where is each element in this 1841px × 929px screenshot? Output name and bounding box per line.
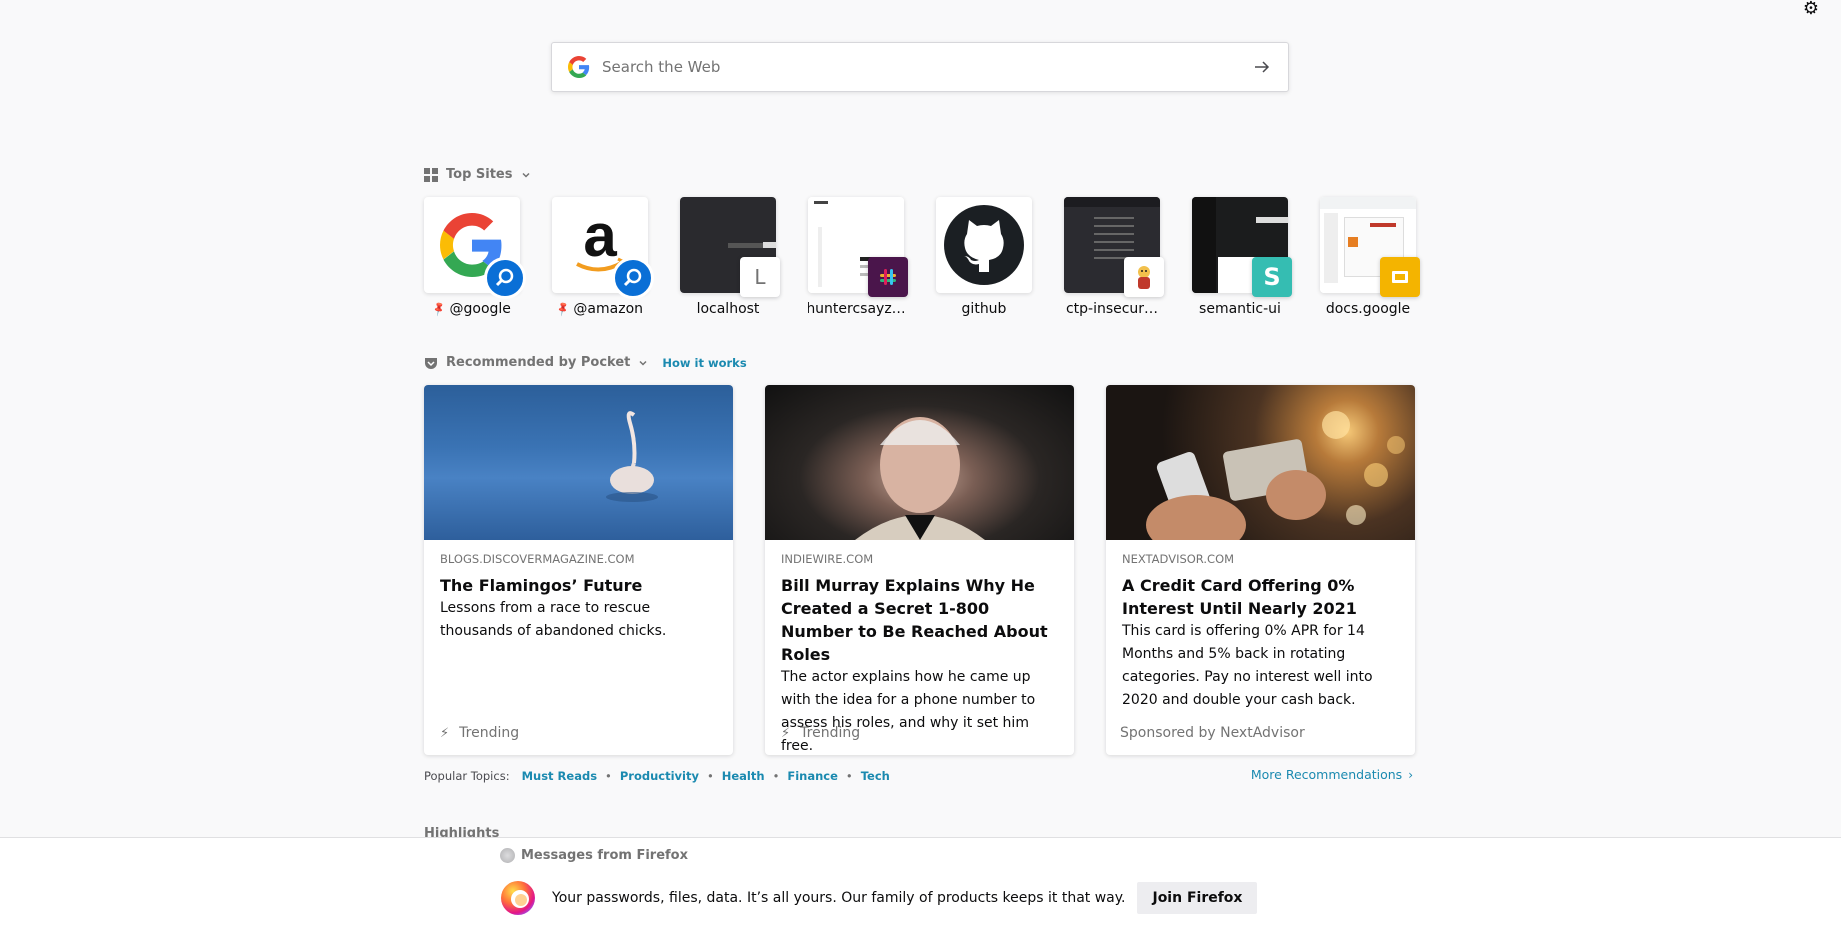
card-description: Lessons from a race to rescue thousands … bbox=[440, 600, 667, 639]
top-site-tile: a bbox=[552, 197, 654, 299]
top-site-tile bbox=[1064, 197, 1164, 297]
grid-icon bbox=[424, 167, 438, 182]
how-it-works-link[interactable]: How it works bbox=[662, 356, 746, 370]
search-submit-button[interactable] bbox=[1242, 47, 1282, 87]
card-title: A Credit Card Offering 0% Interest Until… bbox=[1122, 576, 1357, 618]
search-shortcut-icon bbox=[484, 257, 526, 299]
top-site-google[interactable]: 📌 @google bbox=[424, 197, 526, 317]
topic-link[interactable]: Health bbox=[722, 769, 765, 783]
messages-title: Messages from Firefox bbox=[521, 848, 688, 863]
more-recommendations-label: More Recommendations bbox=[1250, 767, 1403, 782]
card-description: This card is offering 0% APR for 14 Mont… bbox=[1122, 623, 1373, 708]
card-source: NEXTADVISOR.COM bbox=[1122, 552, 1235, 566]
card-image bbox=[1106, 385, 1415, 540]
top-site-label: semantic-ui bbox=[1199, 301, 1281, 317]
firefox-logo-icon bbox=[501, 881, 535, 915]
separator-dot: • bbox=[845, 769, 853, 783]
chevron-down-icon[interactable] bbox=[638, 358, 648, 368]
firefox-small-icon bbox=[500, 848, 515, 863]
top-site-label: @google bbox=[449, 301, 511, 317]
pocket-card[interactable]: INDIEWIRE.COM Bill Murray Explains Why H… bbox=[765, 385, 1074, 755]
card-image bbox=[424, 385, 733, 540]
top-site-label: docs.google bbox=[1325, 301, 1411, 317]
chevron-down-icon[interactable] bbox=[521, 170, 531, 180]
top-site-tile bbox=[1320, 197, 1420, 297]
top-site-ctp-insecure[interactable]: ctp-insecur… bbox=[1064, 197, 1164, 317]
trending-bolt-icon: ⚡ bbox=[781, 725, 791, 741]
card-title: The Flamingos’ Future bbox=[440, 576, 643, 595]
svg-text:a: a bbox=[583, 210, 617, 269]
card-title: Bill Murray Explains Why He Created a Se… bbox=[781, 576, 1048, 664]
chevron-right-icon: › bbox=[1408, 767, 1413, 782]
semantic-ui-icon: S bbox=[1252, 257, 1292, 297]
top-site-tile: S bbox=[1192, 197, 1292, 297]
topic-link[interactable]: Tech bbox=[861, 769, 890, 783]
top-sites-grid: 📌 @google a 📌 @amazon L localhost hunter… bbox=[424, 197, 1420, 317]
messages-header: Messages from Firefox bbox=[500, 848, 688, 863]
card-source: BLOGS.DISCOVERMAGAZINE.COM bbox=[440, 552, 635, 566]
top-site-huntercsayz[interactable]: huntercsayz… bbox=[808, 197, 908, 317]
top-site-tile bbox=[424, 197, 526, 299]
github-logo-icon bbox=[944, 205, 1024, 285]
firefox-message-bar: Messages from Firefox Your passwords, fi… bbox=[0, 837, 1841, 929]
pocket-title: Recommended by Pocket bbox=[446, 355, 631, 370]
pin-icon: 📌 bbox=[431, 301, 448, 317]
message-text: Your passwords, files, data. It’s all yo… bbox=[552, 890, 1126, 906]
popular-topics: Popular Topics: Must Reads • Productivit… bbox=[424, 769, 890, 783]
card-description: The actor explains how he came up with t… bbox=[781, 669, 1036, 754]
top-site-label: localhost bbox=[696, 301, 760, 317]
pocket-cards: BLOGS.DISCOVERMAGAZINE.COM The Flamingos… bbox=[424, 385, 1415, 755]
web-search-bar bbox=[551, 42, 1289, 92]
top-site-amazon[interactable]: a 📌 @amazon bbox=[552, 197, 654, 317]
join-firefox-button[interactable]: Join Firefox bbox=[1137, 882, 1258, 914]
popular-topics-label: Popular Topics: bbox=[424, 769, 510, 783]
settings-gear-icon[interactable]: ⚙ bbox=[1801, 0, 1821, 20]
google-icon bbox=[568, 56, 590, 78]
pocket-header[interactable]: Recommended by Pocket How it works bbox=[424, 355, 747, 370]
top-site-github[interactable]: github bbox=[936, 197, 1032, 317]
top-site-localhost[interactable]: L localhost bbox=[680, 197, 780, 317]
top-site-tile bbox=[808, 197, 908, 297]
top-site-semantic-ui[interactable]: S semantic-ui bbox=[1192, 197, 1292, 317]
slack-icon bbox=[868, 257, 908, 297]
card-context: ⚡ Trending bbox=[781, 725, 860, 741]
search-shortcut-icon bbox=[612, 257, 654, 299]
letter-fallback-icon: L bbox=[740, 257, 780, 297]
top-site-docs-google[interactable]: docs.google bbox=[1320, 197, 1420, 317]
pin-icon: 📌 bbox=[554, 301, 572, 317]
topic-link[interactable]: Productivity bbox=[620, 769, 699, 783]
card-context-label: Trending bbox=[459, 725, 520, 741]
separator-dot: • bbox=[772, 769, 780, 783]
card-context-label: Trending bbox=[800, 725, 861, 741]
topic-link[interactable]: Finance bbox=[787, 769, 838, 783]
topic-link[interactable]: Must Reads bbox=[522, 769, 597, 783]
separator-dot: • bbox=[605, 769, 612, 783]
top-site-label: huntercsayz… bbox=[808, 301, 904, 317]
pocket-card[interactable]: BLOGS.DISCOVERMAGAZINE.COM The Flamingos… bbox=[424, 385, 733, 755]
separator-dot: • bbox=[706, 769, 714, 783]
top-site-label: ctp-insecur… bbox=[1065, 301, 1159, 317]
card-image bbox=[765, 385, 1074, 540]
card-context: ⚡ Trending bbox=[440, 725, 519, 741]
pocket-icon bbox=[425, 357, 437, 369]
top-site-tile: L bbox=[680, 197, 780, 297]
sponsor-label: Sponsored by NextAdvisor bbox=[1120, 725, 1305, 741]
arrow-right-icon bbox=[1255, 61, 1270, 73]
top-site-label: @amazon bbox=[573, 301, 644, 317]
top-site-tile bbox=[936, 197, 1032, 293]
card-context: Sponsored by NextAdvisor bbox=[1120, 725, 1305, 741]
card-source: INDIEWIRE.COM bbox=[781, 552, 874, 566]
pocket-card[interactable]: NEXTADVISOR.COM A Credit Card Offering 0… bbox=[1106, 385, 1415, 755]
google-slides-icon bbox=[1380, 257, 1420, 297]
trending-bolt-icon: ⚡ bbox=[440, 725, 450, 741]
top-sites-title: Top Sites bbox=[446, 167, 513, 182]
search-input[interactable] bbox=[590, 58, 1242, 76]
more-recommendations-link[interactable]: More Recommendations › bbox=[1251, 767, 1413, 782]
top-sites-header[interactable]: Top Sites bbox=[424, 167, 531, 182]
mascot-icon bbox=[1124, 257, 1164, 297]
top-site-label: github bbox=[961, 301, 1007, 317]
